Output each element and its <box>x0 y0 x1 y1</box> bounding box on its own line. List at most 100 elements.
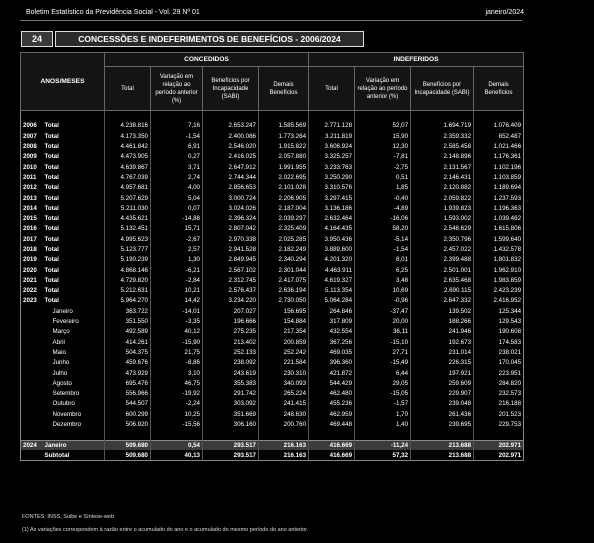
indeferidos-cell: 232.573 <box>473 388 525 399</box>
concedidos-cell: 3,71 <box>150 161 203 173</box>
concedidos-cell: 2.301.044 <box>257 264 309 276</box>
indeferidos-cell: 239.695 <box>410 419 474 430</box>
indeferidos-cell: 2.690.115 <box>410 285 474 296</box>
year-cell: 2012 <box>20 182 43 193</box>
concedidos-cell: 10,25 <box>150 409 203 420</box>
indeferidos-cell: 238.021 <box>473 347 525 358</box>
col-indeferidos-demais: Demais Benefícios <box>473 66 525 111</box>
indeferidos-cell: -15,10 <box>354 337 411 348</box>
indeferidos-cell: 231.014 <box>410 347 474 358</box>
table-row: 2021 Total 4.729.820 -2,84 2.312.745 2.417.07… <box>20 275 525 286</box>
indeferidos-cell: 1,70 <box>354 409 411 420</box>
period-label: Julho <box>52 369 68 377</box>
table-row: 2018 Total 5.123.777 2,57 2.941.528 2.182.249… <box>20 244 525 255</box>
indeferidos-cell: 1.196.363 <box>473 203 525 214</box>
spacer-cell <box>308 429 355 440</box>
spacer-cell <box>410 110 474 121</box>
spacer-cell <box>43 111 105 121</box>
indeferidos-cell: 1.599.640 <box>473 234 525 245</box>
spacer-cell <box>473 429 525 440</box>
indeferidos-cell: 57,32 <box>354 450 411 462</box>
concedidos-cell: 414.261 <box>104 337 151 348</box>
concedidos-cell: -2,67 <box>150 234 203 245</box>
footnote: (1) As variações correspondem à razão en… <box>22 527 309 533</box>
year-cell: 2014 <box>20 203 43 214</box>
concedidos-cell: 355.383 <box>202 378 259 389</box>
year-cell: 2015 <box>20 213 43 224</box>
table-row: 2010 Total 4.639.867 3,71 2.647.912 1.991.955… <box>20 161 525 173</box>
concedidos-cell: 10,21 <box>150 285 203 296</box>
table-row: Novembro 600.299 10,25 351.669 248.630 462.95… <box>20 409 525 420</box>
indeferidos-cell: 2.457.022 <box>410 244 474 255</box>
year-cell: 2007 <box>20 131 43 142</box>
concedidos-cell: 207.027 <box>202 306 259 317</box>
year-cell <box>20 306 43 317</box>
indeferidos-cell: 2.548.629 <box>410 223 474 235</box>
period-label: Total <box>44 194 59 202</box>
indeferidos-cell: 202.971 <box>473 439 525 451</box>
concedidos-cell: 2.744.344 <box>202 172 259 183</box>
table-row: Dezembro 506.920 -15,56 306.160 200.760 469.4… <box>20 419 525 430</box>
concedidos-cell: 506.920 <box>104 419 151 430</box>
year-cell <box>20 409 43 420</box>
indeferidos-cell: 8,01 <box>354 254 411 265</box>
concedidos-cell: 2.567.102 <box>202 264 259 276</box>
concedidos-cell: 230.310 <box>257 367 309 379</box>
col-indeferidos-variacao: Variação em relação ao período anterior … <box>354 66 412 111</box>
concedidos-cell: 46,75 <box>150 378 203 389</box>
benefits-table: ANOS/MESES CONCEDIDOS INDEFERIDOS Total … <box>20 52 525 462</box>
concedidos-cell: 2.653.247 <box>202 120 259 132</box>
concedidos-cell: 154.884 <box>257 316 309 327</box>
indeferidos-cell: 2.501.001 <box>410 264 474 276</box>
indeferidos-cell: 1.176.361 <box>473 151 525 162</box>
concedidos-cell: 5.964.270 <box>104 295 151 307</box>
concedidos-cell: 2.057.880 <box>257 151 309 162</box>
concedidos-cell: 4.957.681 <box>104 182 151 193</box>
indeferidos-cell: 1.615.806 <box>473 223 525 235</box>
period-label: Outubro <box>52 400 75 408</box>
page-title: CONCESSÕES E INDEFERIMENTOS DE BENEFÍCIO… <box>55 31 364 47</box>
concedidos-cell: 265.224 <box>257 388 309 399</box>
year-cell: 2011 <box>20 172 43 183</box>
period-label: Total <box>44 297 59 305</box>
indeferidos-cell: 2.148.896 <box>410 151 474 162</box>
concedidos-cell: 3,10 <box>150 367 203 379</box>
table-row: Abril 414.261 -15,90 213.402 200.859 367.256-… <box>20 337 525 348</box>
concedidos-cell: 0,27 <box>150 151 203 162</box>
source-note: FONTES: INSS, Suibe e Síntese-web <box>22 514 115 520</box>
concedidos-cell: 544.507 <box>104 398 151 410</box>
table-row: Agosto 695.476 46,75 355.383 340.093 544.429 2… <box>20 378 525 389</box>
concedidos-cell: -19,92 <box>150 388 203 399</box>
indeferidos-cell: -7,81 <box>354 151 411 162</box>
indeferidos-cell: 29,05 <box>354 378 411 389</box>
concedidos-cell: 293.517 <box>202 450 259 462</box>
year-cell: 2009 <box>20 151 43 162</box>
indeferidos-cell: 1.237.593 <box>473 192 525 204</box>
concedidos-cell: 351.669 <box>202 409 259 420</box>
table-row: 2006 Total 4.238.816 7,16 2.653.247 1.585.569… <box>20 120 525 132</box>
table-row: Maio 504.375 21,75 252.133 252.242 469.035 27,… <box>20 347 525 358</box>
indeferidos-cell: -0,40 <box>354 192 411 204</box>
period-label: Total <box>44 143 59 151</box>
year-cell: 2021 <box>20 275 43 286</box>
table-row: 2007 Total 4.173.350 -1,54 2.400.086 1.773.26… <box>20 131 525 142</box>
concedidos-cell: 351.550 <box>104 316 151 327</box>
indeferidos-cell: 36,11 <box>354 326 411 338</box>
table-row: 2009 Total 4.473.905 0,27 2.416.025 2.057.880… <box>20 151 525 162</box>
indeferidos-cell: 317.809 <box>308 316 355 327</box>
concedidos-cell: 2.576.437 <box>202 285 259 296</box>
concedidos-cell: 4.173.350 <box>104 131 151 142</box>
concedidos-cell: 459.676 <box>104 357 151 368</box>
concedidos-cell: 2.312.745 <box>202 275 259 286</box>
group-indeferidos: INDEFERIDOS <box>308 52 525 67</box>
indeferidos-cell: -4,89 <box>354 203 411 214</box>
year-cell <box>20 419 43 430</box>
indeferidos-cell: 174.583 <box>473 337 525 348</box>
concedidos-cell: 5.132.451 <box>104 223 151 235</box>
concedidos-cell: -15,90 <box>150 337 203 348</box>
concedidos-cell: 3.234.220 <box>202 295 259 307</box>
table-row: 2022 Total 5.212.631 10,21 2.576.437 2.636.19… <box>20 285 525 296</box>
spacer-cell <box>104 429 151 440</box>
indeferidos-cell: 1.102.196 <box>473 161 525 173</box>
indeferidos-cell: 15,90 <box>354 131 411 142</box>
